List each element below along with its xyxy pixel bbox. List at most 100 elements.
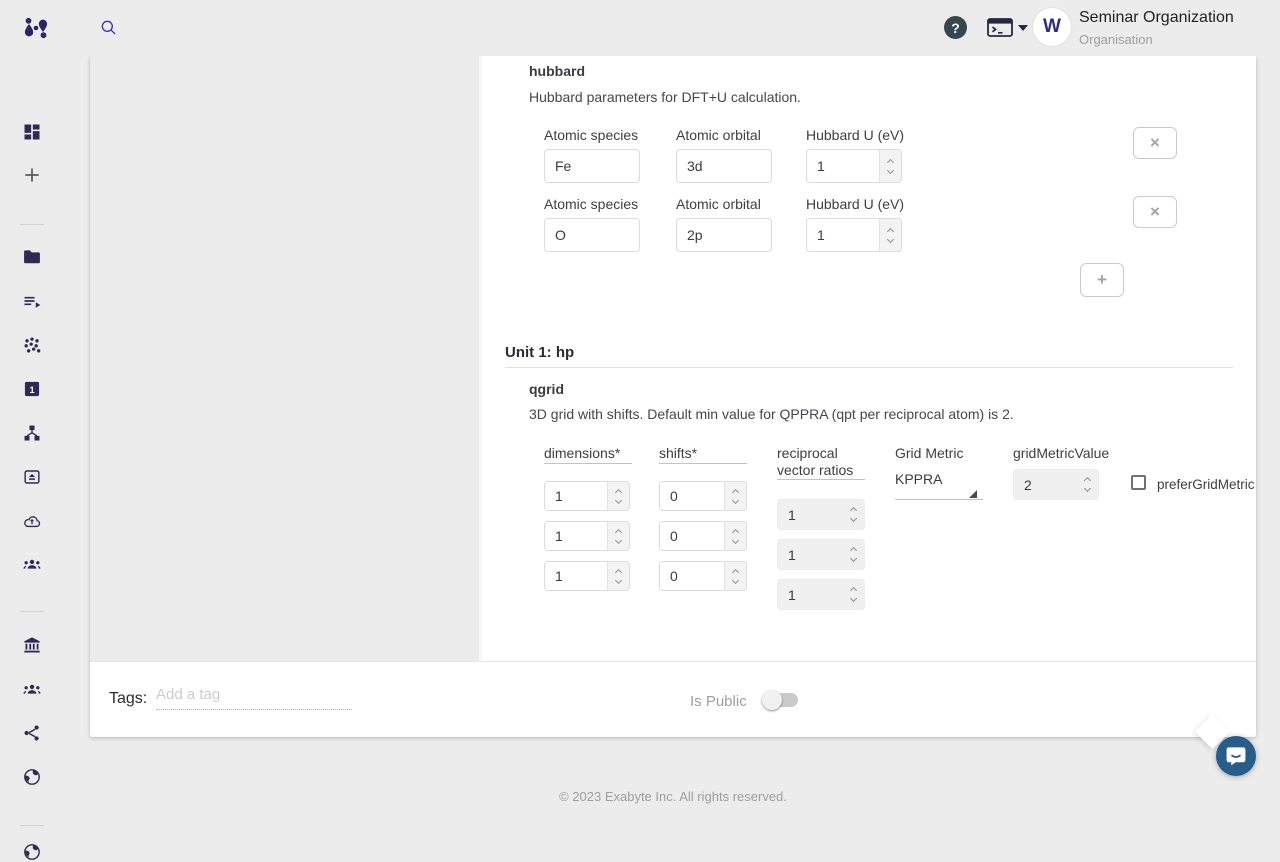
remove-row-button[interactable]: × (1133, 127, 1177, 159)
reciprocal-ratio-y-input[interactable]: 1 (777, 539, 865, 570)
shifts-label: shifts* (659, 445, 697, 461)
shift-x-input[interactable]: 0 (659, 481, 747, 511)
shift-y-input[interactable]: 0 (659, 521, 747, 551)
atomic-species-input[interactable] (544, 218, 640, 252)
add-row-button[interactable]: + (1080, 263, 1124, 297)
dimension-z-input[interactable]: 1 (544, 561, 630, 591)
sidebar-divider (20, 825, 44, 826)
hierarchy-icon[interactable] (22, 423, 42, 443)
atomic-species-input[interactable] (544, 149, 640, 183)
number-one-icon[interactable]: 1 (22, 379, 42, 399)
org-name[interactable]: Seminar Organization (1079, 9, 1234, 27)
spin-up-icon[interactable] (615, 528, 622, 535)
reciprocal-ratios-label: reciprocal vector ratios (777, 445, 869, 479)
shift-z-input[interactable]: 0 (659, 561, 747, 591)
select-underline (895, 499, 983, 500)
hubbard-section-description: Hubbard parameters for DFT+U calculation… (529, 89, 801, 105)
number-spinner[interactable] (724, 522, 746, 550)
help-icon[interactable]: ? (944, 16, 967, 39)
spin-down-icon[interactable] (615, 576, 622, 583)
toggle-knob (762, 690, 782, 710)
unit-title: Unit 1: hp (505, 344, 574, 361)
grain-dots-icon[interactable] (22, 335, 42, 355)
chat-launcher-button[interactable] (1216, 736, 1256, 776)
spin-up-icon[interactable] (732, 568, 739, 575)
spin-up-icon[interactable] (887, 227, 894, 234)
terminal-console-icon[interactable] (987, 17, 1013, 39)
label-underline (777, 479, 865, 480)
chat-bubble-icon (1225, 745, 1247, 767)
spin-down-icon[interactable] (887, 166, 894, 173)
spin-down-icon[interactable] (849, 515, 856, 522)
dashboard-icon[interactable] (22, 122, 42, 142)
spin-up-icon[interactable] (849, 507, 856, 514)
spin-up-icon[interactable] (849, 587, 856, 594)
avatar-letter: W (1043, 16, 1061, 38)
main-card: hubbard Hubbard parameters for DFT+U cal… (90, 56, 1256, 737)
number-spinner[interactable] (879, 150, 901, 182)
number-spinner[interactable] (879, 219, 901, 251)
hubbard-u-input[interactable]: 1 (806, 218, 902, 252)
globe-partial-icon[interactable] (22, 842, 42, 862)
spin-down-icon[interactable] (732, 496, 739, 503)
grid-metric-value-input[interactable]: 2 (1013, 469, 1099, 500)
spin-up-icon[interactable] (1083, 477, 1090, 484)
atomic-orbital-input[interactable] (676, 149, 772, 183)
folder-icon[interactable] (22, 247, 42, 267)
spin-up-icon[interactable] (887, 158, 894, 165)
dimension-y-input[interactable]: 1 (544, 521, 630, 551)
reciprocal-ratio-z-input[interactable]: 1 (777, 579, 865, 610)
atomic-orbital-label: Atomic orbital (676, 196, 761, 212)
plus-icon[interactable] (22, 165, 42, 185)
number-spinner[interactable] (724, 482, 746, 510)
spin-up-icon[interactable] (615, 568, 622, 575)
hubbard-u-input[interactable]: 1 (806, 149, 902, 183)
globe-icon[interactable] (22, 767, 42, 787)
atomic-orbital-input[interactable] (676, 218, 772, 252)
number-spinner[interactable] (607, 522, 629, 550)
spin-down-icon[interactable] (615, 496, 622, 503)
group-icon[interactable] (22, 679, 42, 699)
sidebar: 1 (0, 56, 64, 800)
number-spinner[interactable] (1076, 470, 1098, 499)
eject-box-icon[interactable] (22, 467, 42, 487)
spin-up-icon[interactable] (732, 528, 739, 535)
sidebar-divider (20, 224, 44, 225)
number-spinner[interactable] (724, 562, 746, 590)
playlist-icon[interactable] (22, 291, 42, 311)
spin-up-icon[interactable] (849, 547, 856, 554)
app-logo-icon[interactable] (22, 14, 50, 42)
number-spinner[interactable] (842, 580, 864, 609)
number-spinner[interactable] (842, 540, 864, 569)
tag-input[interactable] (156, 684, 352, 710)
spin-down-icon[interactable] (732, 576, 739, 583)
prefer-grid-metric-checkbox[interactable] (1131, 475, 1146, 490)
spin-down-icon[interactable] (887, 235, 894, 242)
cloud-upload-icon[interactable] (22, 511, 42, 531)
bank-icon[interactable] (22, 635, 42, 655)
caret-down-icon[interactable] (1018, 25, 1028, 31)
sidebar-divider (20, 611, 44, 612)
remove-row-button[interactable]: × (1133, 196, 1177, 228)
spin-down-icon[interactable] (849, 555, 856, 562)
spin-up-icon[interactable] (615, 488, 622, 495)
search-icon[interactable] (99, 18, 119, 38)
avatar[interactable]: W (1033, 8, 1071, 46)
number-spinner[interactable] (607, 562, 629, 590)
number-spinner[interactable] (607, 482, 629, 510)
group-icon[interactable] (22, 554, 42, 574)
help-glyph: ? (951, 20, 960, 36)
reciprocal-ratio-x-input[interactable]: 1 (777, 499, 865, 530)
dimension-x-input[interactable]: 1 (544, 481, 630, 511)
number-spinner[interactable] (842, 500, 864, 529)
is-public-toggle[interactable] (762, 690, 798, 710)
prefer-grid-metric-label: preferGridMetric (1157, 477, 1255, 492)
spin-down-icon[interactable] (615, 536, 622, 543)
spin-up-icon[interactable] (732, 488, 739, 495)
grid-metric-select[interactable]: KPPRA (895, 468, 983, 500)
share-icon[interactable] (22, 723, 42, 743)
spin-down-icon[interactable] (732, 536, 739, 543)
atomic-species-label: Atomic species (544, 196, 638, 212)
spin-down-icon[interactable] (1083, 485, 1090, 492)
spin-down-icon[interactable] (849, 595, 856, 602)
